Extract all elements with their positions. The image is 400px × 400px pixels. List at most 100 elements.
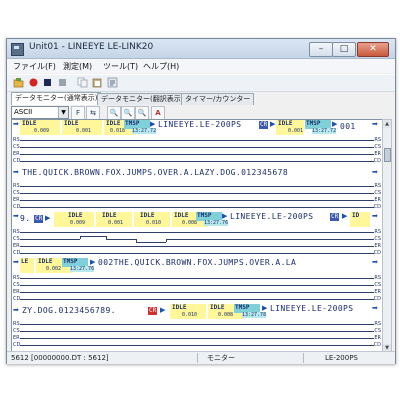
arrow-right-icon: ➡ <box>13 258 19 266</box>
chevron-down-icon: ▼ <box>58 107 68 118</box>
search-icon[interactable]: 🔍 <box>107 106 121 120</box>
minimize-button[interactable]: – <box>309 42 333 57</box>
idle-label: IDLE <box>102 212 117 219</box>
idle-label: IDLE <box>278 120 293 127</box>
paste-icon[interactable] <box>92 77 103 88</box>
idle-label: IDLE <box>38 258 53 265</box>
menu-tools[interactable]: ツール(T) <box>103 61 138 72</box>
rs-label: RS <box>13 321 20 327</box>
signal-line <box>20 186 374 187</box>
idle-value: 0.009 <box>34 128 50 134</box>
code-select[interactable]: ASCII ▼ <box>11 106 69 119</box>
cs-label: CS <box>374 144 381 150</box>
cs-label: CS <box>13 236 20 242</box>
tab-strip: データモニター(通常表示) データモニター(翻訳表示) タイマー/カウンター <box>7 92 395 105</box>
rs-label: RS <box>374 137 381 143</box>
stop-square-icon[interactable] <box>57 77 68 88</box>
arrow-right-icon: ▶ <box>90 258 96 266</box>
format-button[interactable]: F <box>71 106 85 120</box>
er-label: ER <box>374 243 381 249</box>
idle-label: IDLE <box>174 212 189 219</box>
control-code: CR <box>259 121 269 129</box>
tab-timer-counter[interactable]: タイマー/カウンター <box>181 93 255 105</box>
idle-value: 0.001 <box>288 128 304 134</box>
signal-line <box>20 200 374 201</box>
timestamp-value: 13:27.72 <box>132 128 157 134</box>
data-text-lead: ZY.DOG.0123456789. <box>22 306 116 315</box>
rs-label: RS <box>374 321 381 327</box>
status-bar: 5612 [00000000.DT : 5612] モニター LE-200PS <box>7 351 395 364</box>
timestamp-value: 13:27.76 <box>204 220 229 226</box>
search-next-icon[interactable]: 🔍 <box>121 106 135 120</box>
arrow-right-icon: ➡ <box>372 258 378 266</box>
rs-label: RS <box>13 183 20 189</box>
arrow-right-icon: ➡ <box>372 168 378 176</box>
signal-line <box>20 253 374 254</box>
signal-line <box>20 239 80 240</box>
rs-label: RS <box>374 275 381 281</box>
cs-label: CS <box>13 328 20 334</box>
close-button[interactable]: ✕ <box>357 42 389 57</box>
copy-icon[interactable] <box>77 77 88 88</box>
signal-line <box>20 154 374 155</box>
signal-line <box>20 232 374 233</box>
menu-measure[interactable]: 測定(M) <box>63 61 92 72</box>
stop-icon[interactable] <box>42 77 53 88</box>
idle-value: 0.008 <box>182 220 198 226</box>
tmsp-label: TMSP <box>306 120 321 127</box>
record-icon[interactable] <box>28 77 39 88</box>
arrow-right-icon: ➡ <box>372 304 378 312</box>
cs-label: CS <box>374 236 381 242</box>
er-label: ER <box>374 151 381 157</box>
font-button[interactable]: A <box>151 106 165 120</box>
scroll-thumb[interactable] <box>384 148 391 162</box>
rs-label: RS <box>374 183 381 189</box>
signal-line <box>20 338 374 339</box>
control-code: CR <box>330 213 340 221</box>
folder-open-icon[interactable] <box>13 77 24 88</box>
vertical-scrollbar[interactable]: ▲ ▼ <box>382 119 392 353</box>
signal-line <box>20 207 374 208</box>
idle-value: 0.002 <box>46 266 62 272</box>
signal-line <box>20 345 374 346</box>
tab-monitor-normal[interactable]: データモニター(通常表示) <box>11 92 102 105</box>
menu-file[interactable]: ファイル(F) <box>13 61 56 72</box>
er-label: ER <box>13 197 20 203</box>
signal-line <box>20 292 374 293</box>
signal-line <box>20 147 374 148</box>
idle-value: 0.018 <box>110 128 126 134</box>
data-text-tail: 001 <box>340 122 356 131</box>
arrow-right-icon: ▶ <box>150 120 156 128</box>
arrow-right-icon: ➡ <box>13 120 19 128</box>
arrow-right-icon: ▶ <box>332 120 338 128</box>
tmsp-label: TMSP <box>235 304 250 311</box>
er-label: ER <box>13 151 20 157</box>
data-text: LINEEYE.LE-200PS <box>270 304 354 313</box>
idle-label: IDLE <box>140 212 155 219</box>
rs-label: RS <box>13 229 20 235</box>
idle-label: IDLE <box>22 120 37 127</box>
cd-label: CD <box>373 158 381 164</box>
title-bar[interactable]: Unit01 - LINEEYE LE-LINK20 – □ ✕ <box>7 39 395 59</box>
signal-line <box>20 299 374 300</box>
scroll-up-icon[interactable]: ▲ <box>383 120 391 128</box>
idle-value: 0.001 <box>76 128 92 134</box>
data-text-lead: 9. <box>20 214 31 223</box>
swap-button[interactable]: ⇆ <box>86 106 100 120</box>
er-label: ER <box>374 335 381 341</box>
settings-icon[interactable] <box>107 77 118 88</box>
cs-label: CS <box>13 282 20 288</box>
data-text-lead: LE <box>21 258 29 265</box>
cs-label: CS <box>374 190 381 196</box>
signal-line <box>20 331 374 332</box>
tab-monitor-translated[interactable]: データモニター(翻訳表示) <box>97 93 188 105</box>
menu-help[interactable]: ヘルプ(H) <box>143 61 179 72</box>
signal-line <box>166 239 374 240</box>
timestamp-value: 13:27.76 <box>70 266 95 272</box>
arrow-right-icon: ▶ <box>45 214 51 222</box>
search-prev-icon[interactable]: 🔍 <box>135 106 149 120</box>
data-text: LINEEYE.LE-200PS <box>158 120 242 129</box>
arrow-right-icon: ▶ <box>222 212 228 220</box>
tmsp-label: TMSP <box>63 258 78 265</box>
maximize-button[interactable]: □ <box>332 42 356 57</box>
